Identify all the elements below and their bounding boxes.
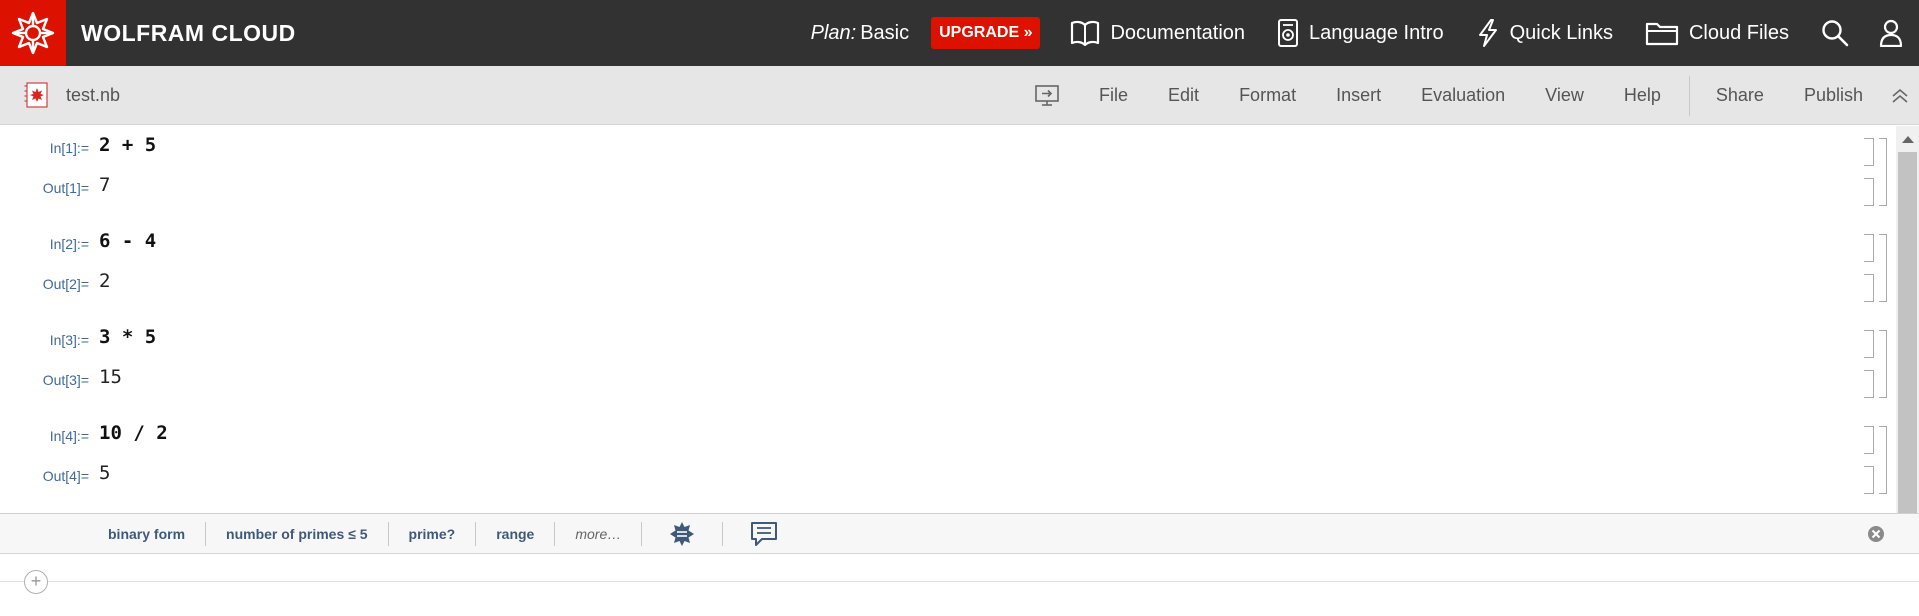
output-label: Out[4]= <box>42 468 89 484</box>
notebook-scrollbar[interactable] <box>1896 126 1919 513</box>
notebook-icon <box>1278 19 1299 47</box>
nav-documentation-label: Documentation <box>1110 21 1246 44</box>
output-cell-bracket[interactable] <box>1864 274 1874 302</box>
input-cell[interactable]: In[4]:= 10 / 2 <box>0 416 1896 456</box>
nav-language-intro-label: Language Intro <box>1309 21 1444 44</box>
suggestion-binary-form[interactable]: binary form <box>88 526 205 542</box>
book-icon <box>1071 20 1100 46</box>
close-suggestions-button[interactable] <box>1867 525 1885 543</box>
presenter-mode-button[interactable] <box>1033 84 1061 108</box>
output-label: Out[3]= <box>42 372 89 388</box>
user-account-button[interactable] <box>1879 19 1903 47</box>
input-expression[interactable]: 3 * 5 <box>99 326 156 348</box>
chat-bubble-icon <box>751 521 778 546</box>
output-cell-bracket[interactable] <box>1864 370 1874 398</box>
publish-button[interactable]: Publish <box>1804 85 1863 106</box>
nav-quick-links-label: Quick Links <box>1509 21 1613 44</box>
input-cell[interactable]: In[2]:= 6 - 4 <box>0 224 1896 264</box>
input-expression[interactable]: 2 + 5 <box>99 134 156 156</box>
plan-label: Plan: <box>810 21 857 44</box>
menu-edit[interactable]: Edit <box>1168 85 1199 106</box>
share-button[interactable]: Share <box>1716 85 1764 106</box>
scrollbar-thumb[interactable] <box>1898 152 1917 513</box>
plan-indicator: Plan: Basic <box>811 22 910 45</box>
cell-group-bracket[interactable] <box>1879 138 1887 206</box>
output-value: 15 <box>99 366 122 388</box>
menu-view[interactable]: View <box>1545 85 1584 106</box>
search-button[interactable] <box>1821 19 1849 47</box>
suggestion-settings-button[interactable] <box>642 521 722 547</box>
lightning-icon <box>1478 19 1497 47</box>
menu-format[interactable]: Format <box>1239 85 1296 106</box>
output-cell[interactable]: Out[3]= 15 <box>0 360 1896 400</box>
input-cell[interactable]: In[3]:= 3 * 5 <box>0 320 1896 360</box>
wolfram-spikey-icon <box>11 11 55 55</box>
menu-insert[interactable]: Insert <box>1336 85 1381 106</box>
nav-language-intro[interactable]: Language Intro <box>1277 18 1444 48</box>
output-value: 7 <box>99 174 111 196</box>
suggestion-feedback-button[interactable] <box>723 521 805 547</box>
output-value: 2 <box>99 270 111 292</box>
new-cell-insertion-line <box>0 581 1919 582</box>
input-label: In[3]:= <box>49 332 89 348</box>
nav-cloud-files[interactable]: Cloud Files <box>1645 20 1789 46</box>
output-cell-bracket[interactable] <box>1864 178 1874 206</box>
input-cell[interactable]: In[1]:= 2 + 5 <box>0 128 1896 168</box>
menu-file[interactable]: File <box>1099 85 1128 106</box>
toolbar-menu: File Edit Format Insert Evaluation View … <box>1033 66 1919 125</box>
user-icon <box>1879 19 1903 47</box>
output-label: Out[1]= <box>42 180 89 196</box>
input-label: In[1]:= <box>49 140 89 156</box>
wolfram-logo[interactable] <box>0 0 66 66</box>
suggestion-range[interactable]: range <box>476 526 554 542</box>
menu-evaluation[interactable]: Evaluation <box>1421 85 1505 106</box>
input-expression[interactable]: 10 / 2 <box>99 422 168 444</box>
double-chevron-up-icon <box>1892 88 1908 103</box>
plan-value: Basic <box>860 21 910 44</box>
input-label: In[2]:= <box>49 236 89 252</box>
notebook-name[interactable]: test.nb <box>66 85 120 106</box>
presentation-icon <box>1035 84 1059 106</box>
close-icon <box>1868 526 1884 542</box>
cell-group-bracket[interactable] <box>1879 330 1887 398</box>
cell-group-bracket[interactable] <box>1879 426 1887 494</box>
output-cell[interactable]: Out[2]= 2 <box>0 264 1896 304</box>
top-right-nav: Plan: Basic UPGRADE » Documentation Langu… <box>811 0 1919 66</box>
suggestion-more[interactable]: more… <box>555 526 641 542</box>
input-cell-bracket[interactable] <box>1864 330 1874 358</box>
suggestion-prime[interactable]: prime? <box>389 526 476 542</box>
notebook-file-icon <box>24 82 48 108</box>
scroll-up-arrow-icon[interactable] <box>1902 136 1914 143</box>
spikey-settings-icon <box>670 521 695 546</box>
notebook-bottom: + <box>0 554 1919 616</box>
output-label: Out[2]= <box>42 276 89 292</box>
nav-cloud-files-label: Cloud Files <box>1688 21 1789 44</box>
output-cell[interactable]: Out[4]= 5 <box>0 456 1896 496</box>
output-value: 5 <box>99 462 111 484</box>
upgrade-button[interactable]: UPGRADE » <box>931 17 1041 49</box>
menu-help[interactable]: Help <box>1624 85 1661 106</box>
cell-group-bracket[interactable] <box>1879 234 1887 302</box>
folder-icon <box>1645 22 1679 46</box>
nav-documentation[interactable]: Documentation <box>1070 20 1245 46</box>
input-expression[interactable]: 6 - 4 <box>99 230 156 252</box>
input-cell-bracket[interactable] <box>1864 138 1874 166</box>
add-cell-plus-icon[interactable]: + <box>24 570 48 594</box>
input-cell-bracket[interactable] <box>1864 234 1874 262</box>
input-label: In[4]:= <box>49 428 89 444</box>
notebook-spikey-icon <box>24 82 48 108</box>
notebook-content[interactable]: In[1]:= 2 + 5 Out[1]= 7 In[2]:= 6 - 4 Ou… <box>0 126 1896 513</box>
suggestion-number-of-primes[interactable]: number of primes ≤ 5 <box>206 526 388 542</box>
output-cell-bracket[interactable] <box>1864 466 1874 494</box>
toolbar-divider <box>1688 75 1690 116</box>
brand-name: WOLFRAM CLOUD <box>81 19 296 46</box>
top-bar: WOLFRAM CLOUD Plan: Basic UPGRADE » Docum… <box>0 0 1919 66</box>
notebook-toolbar: test.nb File Edit Format Insert Evaluati… <box>0 66 1919 125</box>
output-cell[interactable]: Out[1]= 7 <box>0 168 1896 208</box>
collapse-toolbar-button[interactable] <box>1891 87 1909 105</box>
nav-quick-links[interactable]: Quick Links <box>1476 18 1613 48</box>
search-icon <box>1822 20 1849 47</box>
input-cell-bracket[interactable] <box>1864 426 1874 454</box>
suggestions-bar: binary form number of primes ≤ 5 prime? … <box>0 513 1919 554</box>
